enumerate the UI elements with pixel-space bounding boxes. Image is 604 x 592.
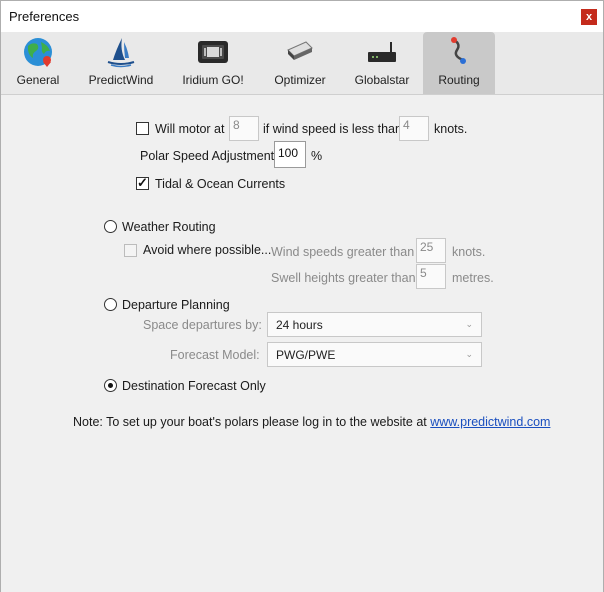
globe-icon [24, 38, 52, 67]
preferences-toolbar: General PredictWind Iridium GO! Optimize… [1, 32, 603, 127]
tab-general[interactable]: General [9, 32, 67, 94]
chevron-down-icon: ⌄ [465, 349, 473, 359]
tab-globalstar-label: Globalstar [354, 73, 410, 87]
tidal-currents-checkbox[interactable] [136, 175, 149, 191]
tab-iridium-go-label: Iridium GO! [182, 73, 244, 87]
predictwind-link[interactable]: www.predictwind.com [430, 415, 550, 429]
departure-planning-radio[interactable] [104, 298, 117, 311]
close-button[interactable]: x [581, 9, 597, 25]
tab-predictwind-label: PredictWind [88, 73, 154, 87]
tab-globalstar[interactable]: Globalstar [351, 32, 413, 94]
tab-iridium-go[interactable]: Iridium GO! [177, 32, 249, 94]
title-bar: Preferences x [1, 1, 603, 32]
motor-checkbox[interactable] [136, 122, 149, 135]
motor-speed-input[interactable]: 8 [229, 116, 259, 141]
route-icon [451, 37, 466, 64]
tab-optimizer[interactable]: Optimizer [269, 32, 331, 94]
window-title: Preferences [9, 9, 80, 24]
wind-speeds-label: Wind speeds greater than [271, 245, 415, 259]
swell-heights-unit: metres. [452, 271, 494, 285]
swell-heights-input[interactable]: 5 [416, 264, 446, 289]
sail-icon [107, 38, 135, 68]
swell-heights-label: Swell heights greater than [271, 271, 416, 285]
routing-settings-panel: Will motor at 8 if wind speed is less th… [1, 96, 603, 592]
wind-threshold-input[interactable]: 4 [399, 116, 429, 141]
wind-threshold-label: if wind speed is less than [263, 122, 402, 136]
weather-routing-radio[interactable] [104, 220, 117, 233]
tab-predictwind[interactable]: PredictWind [83, 32, 159, 94]
space-departures-select[interactable]: 24 hours ⌄ [267, 312, 482, 337]
destination-forecast-radio[interactable] [104, 379, 117, 392]
forecast-model-select[interactable]: PWG/PWE ⌄ [267, 342, 482, 367]
polar-speed-input[interactable]: 100 [274, 141, 306, 168]
wind-speeds-unit: knots. [452, 245, 486, 259]
optimizer-icon [287, 41, 313, 60]
destination-forecast-label: Destination Forecast Only [122, 379, 266, 393]
tidal-currents-label: Tidal & Ocean Currents [155, 177, 286, 191]
avoid-label: Avoid where possible... [143, 243, 272, 257]
percent-unit-label: % [311, 149, 323, 163]
tab-routing-label: Routing [438, 73, 480, 87]
polars-note: Note: To set up your boat's polars pleas… [73, 415, 550, 429]
space-departures-value: 24 hours [276, 318, 323, 332]
departure-planning-label: Departure Planning [122, 298, 230, 312]
router-icon [368, 42, 396, 62]
space-departures-label: Space departures by: [143, 318, 262, 332]
chevron-down-icon: ⌄ [465, 319, 473, 329]
preferences-window: Preferences x General PredictWind Iridiu… [0, 0, 604, 592]
satellite-device-icon [198, 41, 228, 63]
forecast-model-label: Forecast Model: [170, 348, 260, 362]
tab-routing[interactable]: Routing [423, 32, 495, 94]
weather-routing-label: Weather Routing [122, 220, 216, 234]
tab-optimizer-label: Optimizer [274, 73, 326, 87]
polars-note-text: Note: To set up your boat's polars pleas… [73, 415, 427, 429]
polar-speed-label: Polar Speed Adjustment: [140, 149, 278, 163]
wind-speeds-input[interactable]: 25 [416, 238, 446, 263]
motor-label: Will motor at [155, 122, 225, 136]
knots-unit-label: knots. [434, 122, 468, 136]
forecast-model-value: PWG/PWE [276, 348, 336, 362]
tab-general-label: General [16, 73, 60, 87]
avoid-checkbox[interactable] [124, 244, 137, 257]
